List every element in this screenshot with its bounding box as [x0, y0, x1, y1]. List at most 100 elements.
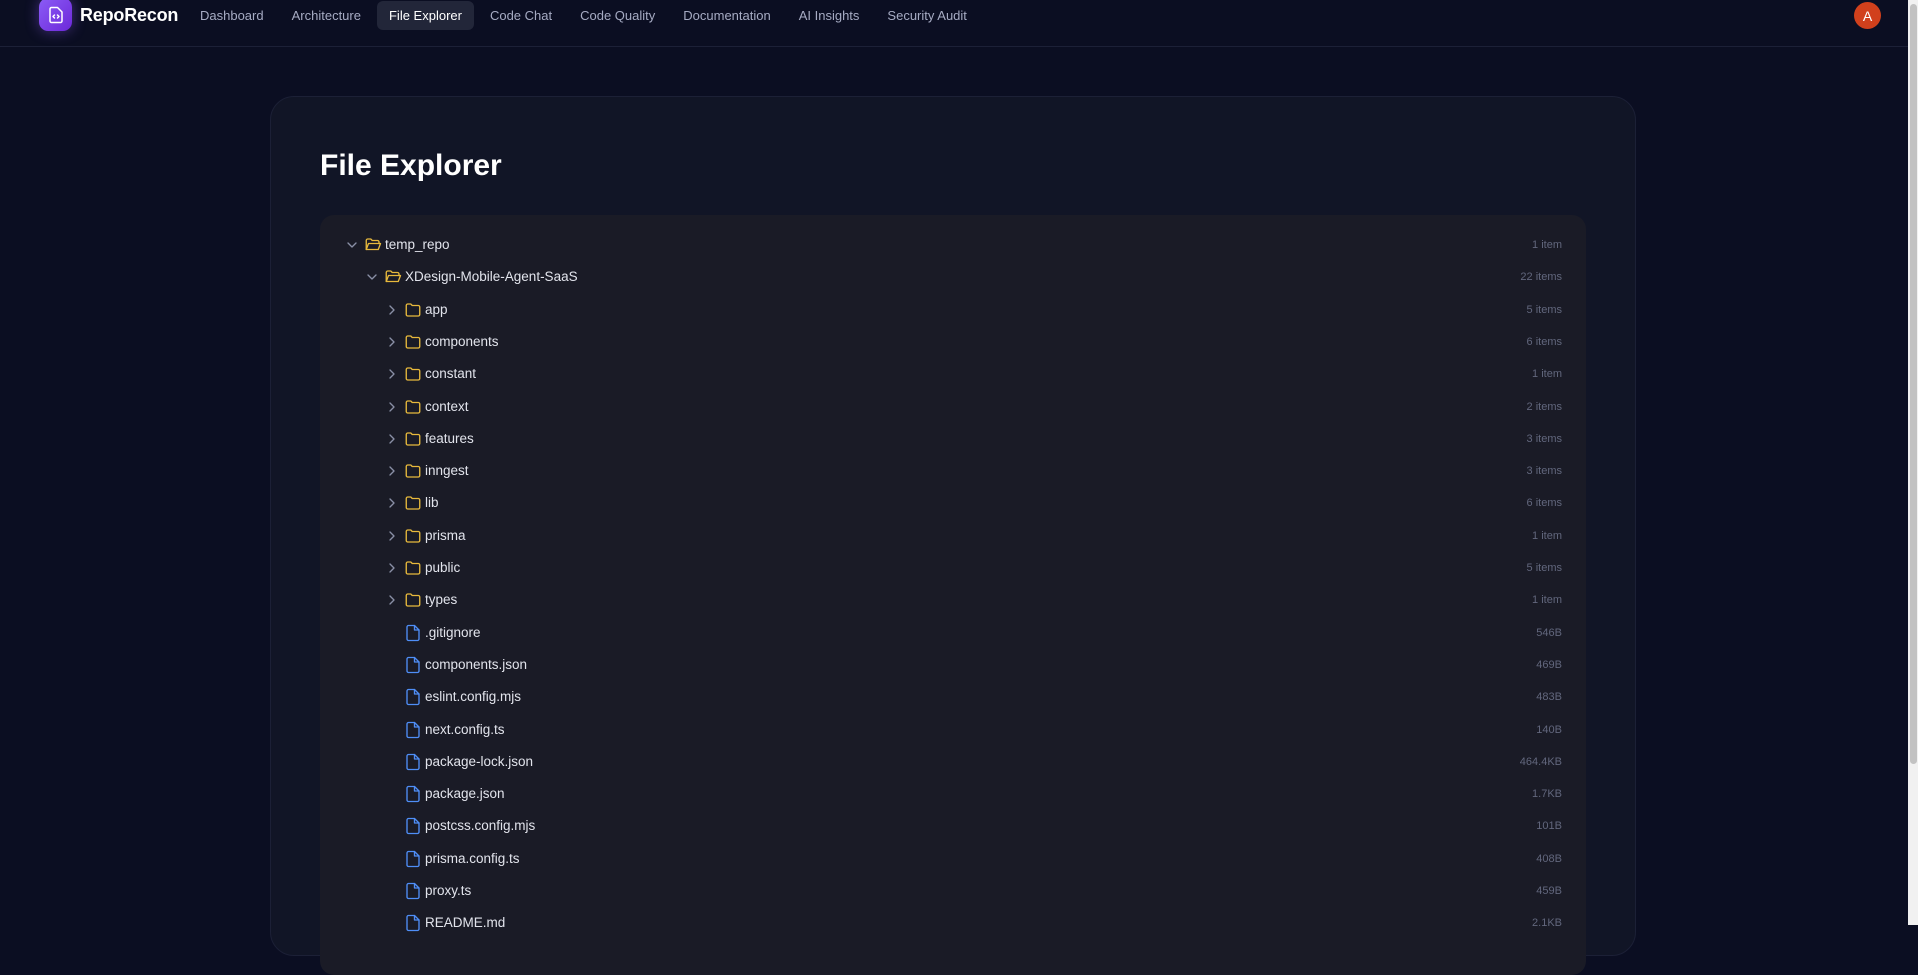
tree-item-name: features: [425, 430, 474, 446]
file-icon: [404, 817, 422, 835]
tree-folder-row[interactable]: types 1 item: [320, 584, 1586, 616]
tree-item-count: 1 item: [1532, 239, 1562, 251]
tree-file-row[interactable]: components.json 469B: [320, 649, 1586, 681]
user-avatar[interactable]: A: [1854, 2, 1881, 29]
tree-folder-row[interactable]: context 2 items: [320, 391, 1586, 423]
tree-folder-row[interactable]: app 5 items: [320, 294, 1586, 326]
scrollbar-thumb[interactable]: [1910, 4, 1917, 764]
tree-item-name: types: [425, 592, 458, 608]
file-icon: [404, 850, 422, 868]
file-icon: [404, 753, 422, 771]
tree-item-name: prisma: [425, 527, 466, 543]
chevron-right-icon[interactable]: [384, 463, 400, 479]
tree-item-count: 6 items: [1526, 497, 1562, 510]
file-icon: [404, 785, 422, 803]
tree-file-row[interactable]: postcss.config.mjs 101B: [320, 810, 1586, 842]
chevron-right-icon[interactable]: [384, 592, 400, 608]
tree-item-name: temp_repo: [385, 237, 450, 252]
folder-open-icon: [384, 268, 402, 286]
tree-item-count: 3 items: [1526, 465, 1562, 478]
chevron-right-icon[interactable]: [384, 560, 400, 576]
nav-item-dashboard[interactable]: Dashboard: [188, 1, 276, 30]
tree-item-name: inngest: [425, 463, 469, 479]
tree-folder-row[interactable]: prisma 1 item: [320, 520, 1586, 552]
chevron-right-icon[interactable]: [384, 334, 400, 350]
chevron-right-icon[interactable]: [384, 302, 400, 318]
file-icon: [404, 624, 422, 642]
tree-file-row[interactable]: .gitignore 546B: [320, 617, 1586, 649]
tree-folder-row[interactable]: temp_repo 1 item: [320, 229, 1586, 261]
tree-item-name: .gitignore: [425, 624, 481, 640]
tree-item-count: 3 items: [1526, 432, 1562, 445]
tree-folder-row[interactable]: lib 6 items: [320, 487, 1586, 519]
file-icon: [404, 721, 422, 739]
nav-item-code-quality[interactable]: Code Quality: [568, 1, 667, 30]
app-logo-icon[interactable]: [39, 0, 72, 31]
folder-icon: [404, 462, 422, 480]
tree-item-name: next.config.ts: [425, 721, 505, 737]
tree-item-size: 2.1KB: [1532, 917, 1562, 930]
tree-item-size: 408B: [1536, 852, 1562, 865]
folder-icon: [404, 527, 422, 545]
tree-folder-row[interactable]: XDesign-Mobile-Agent-SaaS 22 items: [320, 261, 1586, 293]
chevron-right-icon[interactable]: [384, 528, 400, 544]
tree-item-count: 5 items: [1526, 562, 1562, 574]
nav-item-ai-insights[interactable]: AI Insights: [787, 1, 872, 30]
tree-file-row[interactable]: next.config.ts 140B: [320, 714, 1586, 746]
chevron-right-icon[interactable]: [384, 366, 400, 382]
tree-item-name: app: [425, 301, 448, 317]
folder-icon: [404, 591, 422, 609]
tree-folder-row[interactable]: constant 1 item: [320, 358, 1586, 390]
tree-item-count: 1 item: [1532, 529, 1562, 542]
folder-icon: [404, 333, 422, 351]
folder-icon: [404, 494, 422, 512]
tree-item-size: 483B: [1536, 691, 1562, 704]
tree-file-row[interactable]: package.json 1.7KB: [320, 778, 1586, 810]
nav-item-code-chat[interactable]: Code Chat: [478, 1, 564, 30]
file-icon: [404, 882, 422, 900]
folder-icon: [404, 301, 422, 319]
chevron-right-icon[interactable]: [384, 399, 400, 415]
folder-icon: [404, 398, 422, 416]
tree-item-name: XDesign-Mobile-Agent-SaaS: [405, 269, 578, 285]
page-scrollbar[interactable]: [1908, 0, 1918, 925]
chevron-down-icon[interactable]: [364, 269, 380, 285]
nav-item-file-explorer[interactable]: File Explorer: [376, 1, 474, 30]
tree-item-size: 469B: [1536, 658, 1562, 671]
folder-open-icon: [364, 236, 382, 254]
folder-icon: [404, 430, 422, 448]
tree-item-name: prisma.config.ts: [425, 850, 520, 866]
chevron-down-icon[interactable]: [344, 237, 360, 253]
app-brand-name[interactable]: RepoRecon: [80, 5, 178, 26]
tree-item-name: eslint.config.mjs: [425, 689, 522, 705]
file-icon: [404, 688, 422, 706]
tree-file-row[interactable]: prisma.config.ts 408B: [320, 843, 1586, 875]
chevron-right-icon[interactable]: [384, 431, 400, 447]
main-nav: Dashboard Architecture File Explorer Code C…: [188, 1, 979, 30]
folder-icon: [404, 365, 422, 383]
tree-file-row[interactable]: package-lock.json 464.4KB: [320, 746, 1586, 778]
nav-item-architecture[interactable]: Architecture: [280, 1, 373, 30]
tree-file-row[interactable]: eslint.config.mjs 483B: [320, 681, 1586, 713]
page-title: File Explorer: [320, 149, 502, 182]
tree-item-size: 459B: [1536, 885, 1562, 897]
tree-folder-row[interactable]: components 6 items: [320, 326, 1586, 358]
tree-item-size: 140B: [1536, 723, 1562, 736]
tree-item-count: 2 items: [1526, 400, 1562, 413]
tree-folder-row[interactable]: inngest 3 items: [320, 455, 1586, 487]
tree-folder-row[interactable]: features 3 items: [320, 423, 1586, 455]
tree-item-name: lib: [425, 495, 439, 511]
tree-item-name: constant: [425, 366, 477, 382]
tree-item-count: 22 items: [1520, 271, 1562, 284]
tree-item-count: 6 items: [1526, 335, 1562, 348]
tree-item-name: package-lock.json: [425, 753, 534, 769]
top-navbar: RepoRecon Dashboard Architecture File Expl…: [0, 0, 1908, 47]
nav-item-documentation[interactable]: Documentation: [671, 1, 782, 30]
tree-file-row[interactable]: proxy.ts 459B: [320, 875, 1586, 907]
tree-item-name: postcss.config.mjs: [425, 818, 536, 834]
tree-file-row[interactable]: README.md 2.1KB: [320, 907, 1586, 939]
chevron-right-icon[interactable]: [384, 495, 400, 511]
tree-folder-row[interactable]: public 5 items: [320, 552, 1586, 584]
nav-item-security-audit[interactable]: Security Audit: [875, 1, 979, 30]
tree-item-name: components.json: [425, 656, 528, 672]
